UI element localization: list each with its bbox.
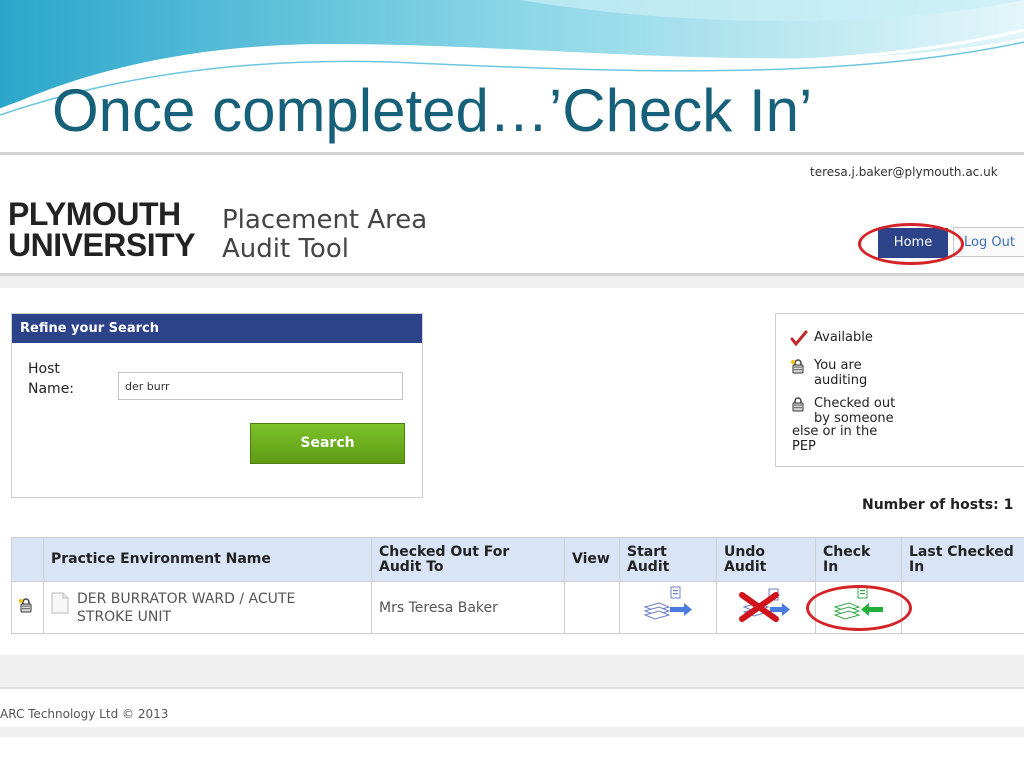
slide-title: Once completed…’Check In’ xyxy=(52,77,813,144)
row-name-cell: DER BURRATOR WARD / ACUTE STROKE UNIT xyxy=(43,581,372,634)
logo-line-2: UNIVERSITY xyxy=(8,227,196,263)
legend-checked-out-continued: else or in the PEP xyxy=(792,424,878,454)
row-view-cell xyxy=(564,581,620,634)
column-header-view: View xyxy=(564,537,620,582)
undo-audit-icon[interactable] xyxy=(736,585,796,625)
host-name-label: Host Name: xyxy=(28,361,75,397)
lock-icon xyxy=(792,397,804,412)
app-title-line-1: Placement Area xyxy=(222,205,428,235)
row-checked-out-to: Mrs Teresa Baker xyxy=(371,581,565,634)
checkmark-icon xyxy=(790,330,808,346)
header-band xyxy=(0,276,1024,288)
host-name-input[interactable] xyxy=(118,372,403,400)
column-header-status xyxy=(11,537,44,582)
home-annotation-circle xyxy=(858,223,964,265)
host-count: Number of hosts: 1 xyxy=(862,497,1014,513)
start-audit-icon[interactable] xyxy=(640,585,696,625)
column-header-undo-audit: Undo Audit xyxy=(716,537,816,582)
app-screenshot: teresa.j.baker@plymouth.ac.uk PLYMOUTH U… xyxy=(0,152,1024,737)
status-legend: Available You are auditing Checked out by … xyxy=(775,313,1024,467)
check-in-annotation-circle xyxy=(806,585,912,631)
logo-line-1: PLYMOUTH xyxy=(8,196,181,232)
column-header-name: Practice Environment Name xyxy=(43,537,372,582)
row-last-checked-in xyxy=(901,581,1024,634)
search-panel-title: Refine your Search xyxy=(12,314,422,343)
search-panel: Refine your Search Host Name: Search xyxy=(11,313,423,498)
column-header-checked-out: Checked Out For Audit To xyxy=(371,537,565,582)
footer-divider xyxy=(0,687,1024,689)
search-button[interactable]: Search xyxy=(250,423,405,464)
column-header-start-audit: Start Audit xyxy=(619,537,717,582)
app-title-line-2: Audit Tool xyxy=(222,234,349,264)
row-status-cell xyxy=(11,581,44,634)
row-name: DER BURRATOR WARD / ACUTE STROKE UNIT xyxy=(51,590,364,626)
user-email: teresa.j.baker@plymouth.ac.uk xyxy=(810,165,998,179)
footer-bottom-band xyxy=(0,727,1024,737)
document-icon xyxy=(51,592,69,613)
row-undo-audit-cell xyxy=(716,581,816,634)
row-start-audit-cell xyxy=(619,581,717,634)
app-title: Placement Area Audit Tool xyxy=(222,206,427,264)
lock-key-icon xyxy=(18,598,31,613)
footer-band xyxy=(0,655,1024,687)
university-logo: PLYMOUTH UNIVERSITY xyxy=(8,196,196,263)
footer-copyright: ARC Technology Ltd © 2013 xyxy=(0,707,169,721)
column-header-last-checked-in: Last Checked In xyxy=(901,537,1024,582)
column-header-check-in: Check In xyxy=(815,537,902,582)
lock-key-icon xyxy=(791,359,804,374)
table-header-row: Practice Environment Name Checked Out Fo… xyxy=(11,537,1024,582)
